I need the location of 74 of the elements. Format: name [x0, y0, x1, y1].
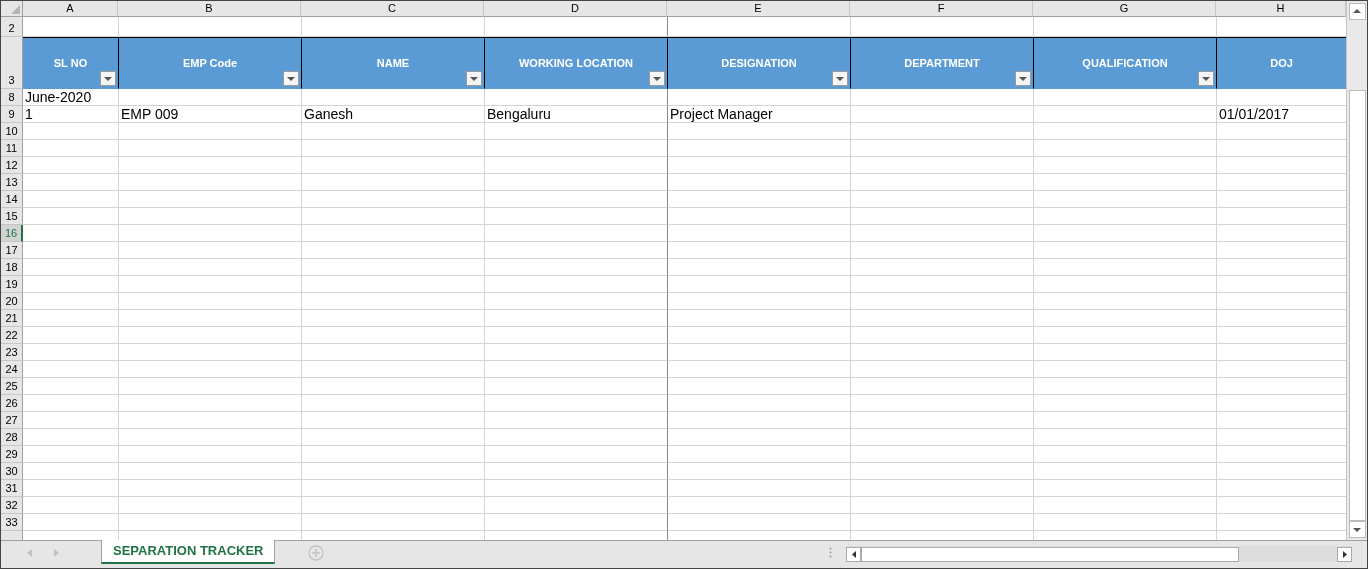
- column-header-cell: DEPARTMENT: [850, 37, 1033, 89]
- dropdown-arrow-icon: [1202, 76, 1210, 81]
- column-letter[interactable]: G: [1033, 1, 1216, 17]
- dropdown-arrow-icon: [1019, 76, 1027, 81]
- dropdown-arrow-icon: [470, 76, 478, 81]
- row-number[interactable]: 17: [1, 242, 23, 259]
- table-cell: EMP 009: [118, 106, 301, 123]
- column-header-cell: QUALIFICATION: [1033, 37, 1216, 89]
- row-number[interactable]: 19: [1, 276, 23, 293]
- row-number[interactable]: 9: [1, 106, 23, 123]
- filter-button[interactable]: [100, 71, 116, 86]
- row-number[interactable]: 8: [1, 89, 23, 106]
- column-header-cell: DESIGNATION: [667, 37, 850, 89]
- table-cell: June-2020: [23, 89, 118, 106]
- column-letter[interactable]: B: [118, 1, 301, 17]
- column-header-cell: DOJ: [1216, 37, 1346, 89]
- column-header-cell: SL NO: [23, 37, 118, 89]
- filter-button[interactable]: [649, 71, 665, 86]
- row-number[interactable]: 29: [1, 446, 23, 463]
- column-letter[interactable]: C: [301, 1, 484, 17]
- row-number[interactable]: 21: [1, 310, 23, 327]
- dropdown-arrow-icon: [287, 76, 295, 81]
- row-number[interactable]: 20: [1, 293, 23, 310]
- row-number[interactable]: 23: [1, 344, 23, 361]
- column-header-cell: NAME: [301, 37, 484, 89]
- row-number[interactable]: 11: [1, 140, 23, 157]
- scroll-right-icon[interactable]: [1342, 550, 1347, 558]
- row-number[interactable]: 30: [1, 463, 23, 480]
- row-number[interactable]: 2: [1, 17, 23, 37]
- horizontal-scrollbar[interactable]: [846, 546, 1353, 562]
- column-header-cell: WORKING LOCATION: [484, 37, 667, 89]
- dropdown-arrow-icon: [836, 76, 844, 81]
- row-number[interactable]: 26: [1, 395, 23, 412]
- row-number[interactable]: 14: [1, 191, 23, 208]
- row-number[interactable]: 13: [1, 174, 23, 191]
- column-letter[interactable]: D: [484, 1, 667, 17]
- splitter-handle-icon[interactable]: [829, 547, 833, 558]
- column-header-cell: EMP Code: [118, 37, 301, 89]
- row-number[interactable]: 27: [1, 412, 23, 429]
- row-number[interactable]: 28: [1, 429, 23, 446]
- row-number[interactable]: 24: [1, 361, 23, 378]
- row-number[interactable]: 31: [1, 480, 23, 497]
- column-letter[interactable]: H: [1216, 1, 1346, 17]
- filter-button[interactable]: [1198, 71, 1214, 86]
- table-cell: Bengaluru: [484, 106, 667, 123]
- row-number[interactable]: 12: [1, 157, 23, 174]
- scroll-down-icon[interactable]: [1353, 527, 1361, 532]
- filter-button[interactable]: [832, 71, 848, 86]
- row-number[interactable]: 22: [1, 327, 23, 344]
- row-number[interactable]: 3: [1, 37, 23, 89]
- table-cell: Ganesh: [301, 106, 484, 123]
- row-number[interactable]: 10: [1, 123, 23, 140]
- column-letter[interactable]: F: [850, 1, 1033, 17]
- scroll-up-icon[interactable]: [1353, 9, 1361, 14]
- row-number[interactable]: 32: [1, 497, 23, 514]
- row-number[interactable]: 33: [1, 514, 23, 531]
- scroll-left-icon[interactable]: [851, 550, 856, 558]
- scrollbar-thumb[interactable]: [1348, 89, 1366, 522]
- row-number[interactable]: 18: [1, 259, 23, 276]
- dropdown-arrow-icon: [653, 76, 661, 81]
- filter-button[interactable]: [283, 71, 299, 86]
- row-number[interactable]: 15: [1, 208, 23, 225]
- scrollbar-thumb[interactable]: [861, 546, 1240, 562]
- dropdown-arrow-icon: [104, 76, 112, 81]
- table-cell: 1: [23, 106, 118, 123]
- sheet-tab[interactable]: SEPARATION TRACKER: [101, 540, 276, 564]
- row-number[interactable]: 16: [1, 225, 23, 242]
- filter-button[interactable]: [1015, 71, 1031, 86]
- filter-button[interactable]: [466, 71, 482, 86]
- vertical-scrollbar[interactable]: [1346, 1, 1367, 540]
- column-letter[interactable]: E: [667, 1, 850, 17]
- row-number[interactable]: 25: [1, 378, 23, 395]
- column-letter[interactable]: A: [23, 1, 118, 17]
- table-cell: Project Manager: [667, 106, 850, 123]
